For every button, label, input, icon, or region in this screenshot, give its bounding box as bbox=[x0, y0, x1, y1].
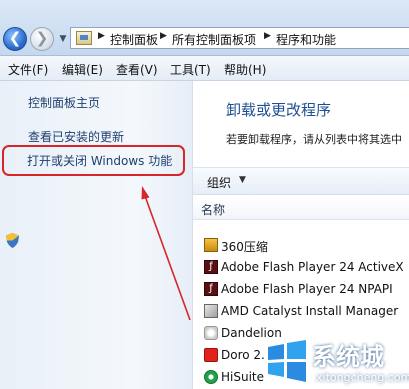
column-header-name[interactable]: 名称 bbox=[201, 201, 225, 218]
site-watermark: 系统城 xitongcheng.com bbox=[260, 335, 409, 389]
menu-edit[interactable]: 编辑(E) bbox=[62, 61, 103, 78]
toolbar: 组织 ▼ bbox=[193, 167, 409, 195]
view-installed-updates-link[interactable]: 查看已安装的更新 bbox=[28, 128, 124, 145]
program-name: Doro 2. bbox=[221, 348, 265, 362]
dandelion-icon bbox=[204, 326, 218, 340]
breadcrumb-all-items[interactable]: 所有控制面板项 bbox=[172, 31, 256, 48]
chevron-down-icon[interactable]: ▼ bbox=[239, 175, 246, 185]
arrow-right-icon: ❯ bbox=[35, 29, 49, 47]
menu-view[interactable]: 查看(V) bbox=[116, 61, 158, 78]
breadcrumb-separator-icon[interactable]: ▶ bbox=[264, 31, 271, 41]
arrow-left-icon: ❮ bbox=[8, 29, 22, 47]
menu-file[interactable]: 文件(F) bbox=[8, 61, 48, 78]
control-panel-home-link[interactable]: 控制面板主页 bbox=[28, 94, 100, 111]
back-button[interactable]: ❮ bbox=[3, 27, 27, 51]
annotation-highlight-box bbox=[2, 145, 185, 176]
watermark-url: xitongcheng.com bbox=[316, 371, 409, 384]
hisuite-icon bbox=[204, 370, 218, 384]
address-field[interactable]: ▶ 控制面板 ▶ 所有控制面板项 ▶ 程序和功能 bbox=[70, 27, 409, 49]
list-item[interactable]: 360压缩 bbox=[193, 235, 409, 257]
uac-shield-icon bbox=[6, 233, 19, 248]
menu-help[interactable]: 帮助(H) bbox=[224, 61, 266, 78]
organize-button[interactable]: 组织 bbox=[207, 174, 231, 191]
recent-pages-button[interactable]: ▼ bbox=[57, 31, 69, 47]
menu-tools[interactable]: 工具(T) bbox=[170, 61, 211, 78]
breadcrumb-control-panel[interactable]: 控制面板 bbox=[110, 31, 158, 48]
menu-bar: 文件(F) 编辑(E) 查看(V) 工具(T) 帮助(H) bbox=[0, 56, 409, 81]
breadcrumb-separator-icon[interactable]: ▶ bbox=[98, 31, 105, 41]
watermark-text: 系统城 bbox=[312, 343, 384, 371]
page-description: 若要卸载程序，请从列表中将其选中 bbox=[226, 133, 402, 146]
flash-icon: ƒ bbox=[204, 260, 218, 274]
list-item[interactable]: ƒ Adobe Flash Player 24 ActiveX bbox=[193, 257, 409, 279]
address-bar-area: ❮ ❯ ▼ ▶ 控制面板 ▶ 所有控制面板项 ▶ 程序和功能 bbox=[0, 0, 409, 56]
breadcrumb-separator-icon[interactable]: ▶ bbox=[160, 31, 167, 41]
amd-icon bbox=[204, 304, 218, 318]
archive-icon bbox=[204, 238, 218, 252]
chevron-down-icon: ▼ bbox=[59, 34, 67, 44]
program-name: 360压缩 bbox=[221, 240, 268, 254]
watermark-logo-icon bbox=[268, 340, 306, 382]
breadcrumb-programs-features[interactable]: 程序和功能 bbox=[276, 31, 336, 48]
task-pane: 控制面板主页 查看已安装的更新 打开或关闭 Windows 功能 bbox=[0, 81, 193, 389]
column-header[interactable]: 名称 bbox=[193, 197, 409, 220]
forward-button[interactable]: ❯ bbox=[30, 27, 54, 51]
list-item[interactable]: AMD Catalyst Install Manager bbox=[193, 301, 409, 323]
program-name: Adobe Flash Player 24 NPAPI bbox=[221, 282, 393, 296]
program-name: AMD Catalyst Install Manager bbox=[221, 304, 399, 318]
program-name: Adobe Flash Player 24 ActiveX bbox=[221, 260, 404, 274]
page-title: 卸载或更改程序 bbox=[226, 101, 332, 119]
program-name: HiSuite bbox=[221, 370, 265, 384]
list-item[interactable]: ƒ Adobe Flash Player 24 NPAPI bbox=[193, 279, 409, 301]
doro-icon bbox=[204, 348, 218, 362]
flash-icon: ƒ bbox=[204, 282, 218, 296]
control-panel-icon bbox=[76, 31, 92, 45]
